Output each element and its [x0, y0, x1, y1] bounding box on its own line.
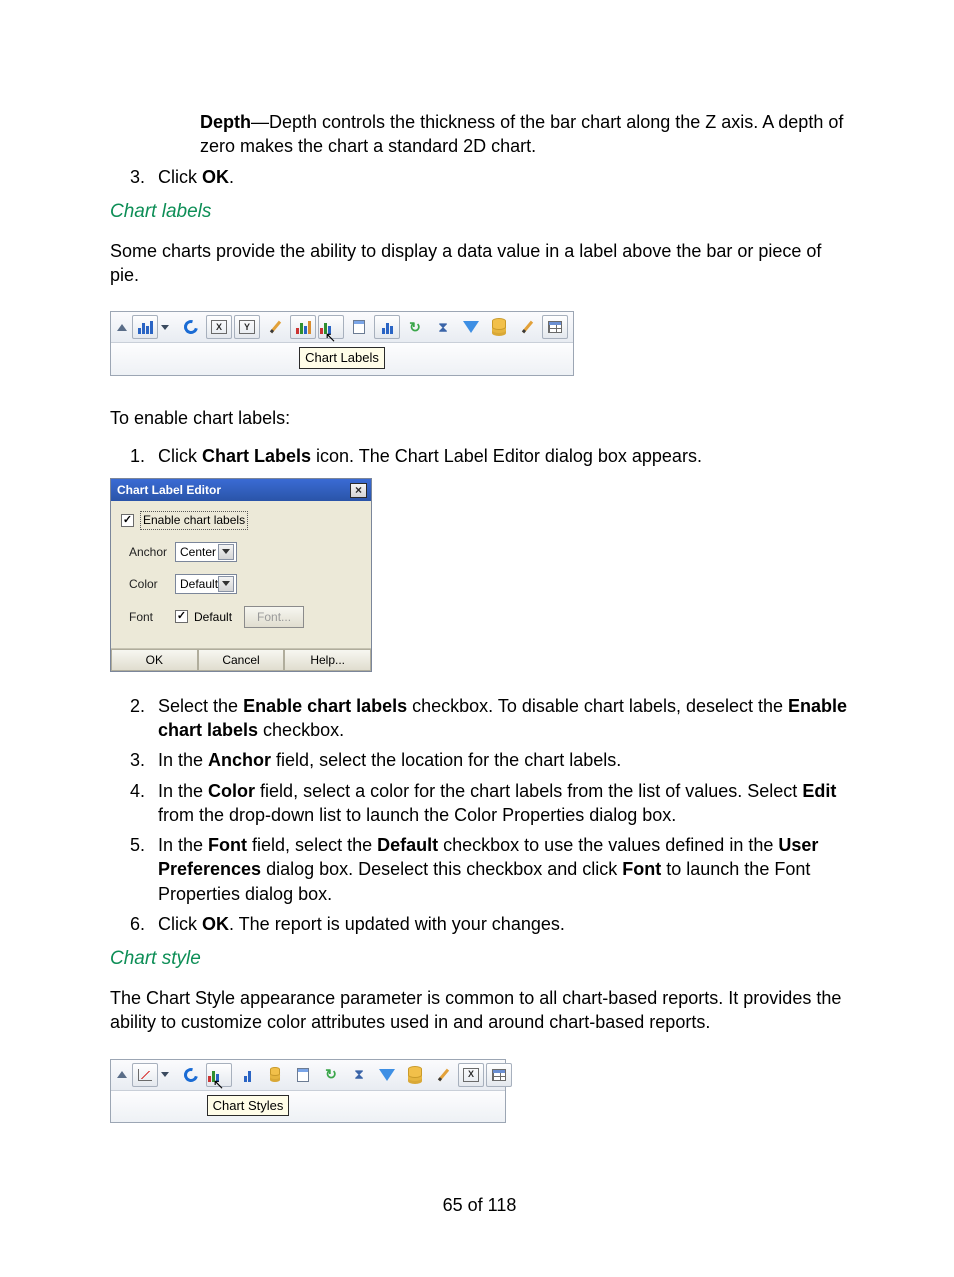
dropdown-caret-icon — [218, 576, 234, 592]
depth-paragraph: Depth—Depth controls the thickness of th… — [200, 110, 849, 159]
collapse-arrow-icon — [117, 1071, 127, 1078]
step-4: 4. In the Color field, select a color fo… — [130, 779, 849, 828]
chart-styles-icon[interactable]: ↖ — [206, 1063, 232, 1087]
tooltip-chart-labels: Chart Labels — [299, 347, 385, 369]
label-enable-chart-labels[interactable]: Enable chart labels — [140, 511, 248, 529]
database-icon[interactable] — [486, 315, 512, 339]
heading-chart-style: Chart style — [110, 946, 849, 972]
dropdown-caret-icon[interactable] — [161, 325, 169, 330]
bars-plain-icon[interactable] — [374, 315, 400, 339]
label-anchor: Anchor — [129, 544, 175, 560]
checkbox-enable-chart-labels[interactable] — [121, 514, 134, 527]
dropdown-color[interactable]: Default — [175, 574, 237, 594]
document-icon[interactable] — [346, 315, 372, 339]
heading-chart-labels: Chart labels — [110, 199, 849, 225]
button-font[interactable]: Font... — [244, 606, 304, 628]
hourglass-icon[interactable]: ⧗ — [430, 315, 456, 339]
collapse-arrow-icon — [117, 324, 127, 331]
dropdown-anchor-value: Center — [180, 544, 216, 560]
line-chart-icon[interactable] — [132, 1063, 158, 1087]
undo-icon[interactable] — [178, 315, 204, 339]
tooltip-chart-styles: Chart Styles — [207, 1095, 290, 1117]
button-ok[interactable]: OK — [111, 649, 198, 671]
button-help[interactable]: Help... — [284, 649, 371, 671]
step-click-ok: 3. Click OK. — [130, 165, 849, 189]
label-font: Font — [129, 609, 175, 625]
page-footer: 65 of 118 — [110, 1193, 849, 1217]
dropdown-color-value: Default — [180, 576, 218, 592]
y-axis-icon[interactable]: Y — [234, 315, 260, 339]
x-axis-icon[interactable]: X — [458, 1063, 484, 1087]
depth-bold: Depth — [200, 112, 251, 132]
step-5: 5. In the Font field, select the Default… — [130, 833, 849, 906]
dialog-titlebar: Chart Label Editor × — [111, 479, 371, 501]
database-icon[interactable] — [402, 1063, 428, 1087]
step-3: 3. In the Anchor field, select the locat… — [130, 748, 849, 772]
dropdown-caret-icon[interactable] — [161, 1072, 169, 1077]
bars-color-icon[interactable] — [290, 315, 316, 339]
document-icon[interactable] — [290, 1063, 316, 1087]
edit-icon[interactable] — [430, 1063, 456, 1087]
funnel-icon[interactable] — [458, 315, 484, 339]
edit2-icon[interactable] — [514, 315, 540, 339]
para-style-intro: The Chart Style appearance parameter is … — [110, 986, 849, 1035]
label-color: Color — [129, 576, 175, 592]
x-axis-icon[interactable]: X — [206, 315, 232, 339]
toolbar-figure-chart-styles: ↖ ↻ ⧗ X Chart Styles — [110, 1059, 506, 1124]
bars-small-icon[interactable] — [234, 1063, 260, 1087]
hourglass-icon[interactable]: ⧗ — [346, 1063, 372, 1087]
step-6: 6. Click OK. The report is updated with … — [130, 912, 849, 936]
dialog-title-text: Chart Label Editor — [117, 482, 221, 498]
para-labels-intro: Some charts provide the ability to displ… — [110, 239, 849, 288]
database-small-icon[interactable] — [262, 1063, 288, 1087]
dropdown-anchor[interactable]: Center — [175, 542, 237, 562]
button-cancel[interactable]: Cancel — [198, 649, 285, 671]
refresh-icon[interactable]: ↻ — [402, 315, 428, 339]
para-enable-labels: To enable chart labels: — [110, 406, 849, 430]
dropdown-caret-icon — [218, 544, 234, 560]
row-enable-chart-labels: Enable chart labels — [121, 511, 361, 529]
undo-icon[interactable] — [178, 1063, 204, 1087]
edit-icon[interactable] — [262, 315, 288, 339]
table-icon[interactable] — [542, 315, 568, 339]
dialog-close-button[interactable]: × — [350, 483, 367, 498]
bar-chart-icon[interactable] — [132, 315, 158, 339]
step-1: 1. Click Chart Labels icon. The Chart La… — [130, 444, 849, 468]
toolbar-figure-chart-labels: X Y ↖ ↻ ⧗ Chart Labels — [110, 311, 574, 376]
dialog-chart-label-editor: Chart Label Editor × Enable chart labels… — [110, 478, 372, 671]
table-icon[interactable] — [486, 1063, 512, 1087]
chart-labels-icon[interactable]: ↖ — [318, 315, 344, 339]
checkbox-font-default[interactable] — [175, 610, 188, 623]
funnel-icon[interactable] — [374, 1063, 400, 1087]
label-font-default: Default — [194, 609, 232, 625]
refresh-icon[interactable]: ↻ — [318, 1063, 344, 1087]
step-2: 2. Select the Enable chart labels checkb… — [130, 694, 849, 743]
